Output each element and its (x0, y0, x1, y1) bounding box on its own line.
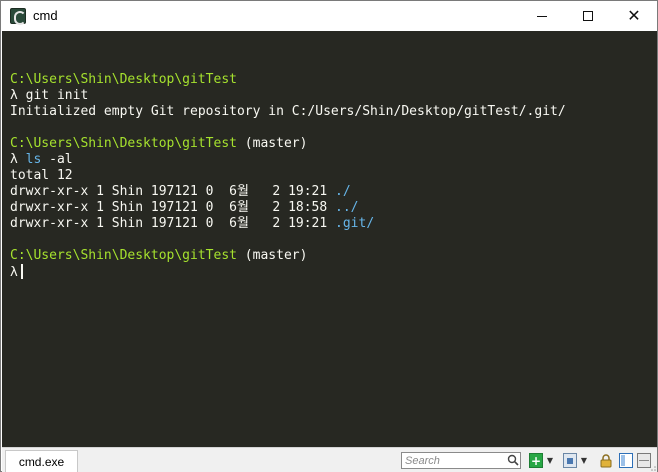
console-line: C:\Users\Shin\Desktop\gitTest (master) (10, 136, 657, 152)
console-text: Initialized empty Git repository in C:/U… (10, 104, 566, 119)
console-line: drwxr-xr-x 1 Shin 197121 0 6월 2 18:58 ..… (10, 200, 657, 216)
console-line: C:\Users\Shin\Desktop\gitTest (10, 72, 657, 88)
console-line: λ ls -al (10, 152, 657, 168)
window-title: cmd (33, 8, 58, 23)
resize-grip-icon[interactable] (648, 463, 656, 471)
console-line: Initialized empty Git repository in C:/U… (10, 104, 657, 120)
console-text: C:\Users\Shin\Desktop\gitTest (10, 248, 237, 263)
console-text: drwxr-xr-x 1 Shin 197121 0 6월 2 19:21 (10, 216, 336, 231)
new-console-button[interactable]: + (529, 453, 543, 468)
new-console-dropdown[interactable]: ▼ (545, 453, 555, 468)
console-text: total 12 (10, 168, 73, 183)
console-text: C:\Users\Shin\Desktop\gitTest (10, 136, 237, 151)
console-line: drwxr-xr-x 1 Shin 197121 0 6월 2 19:21 ./ (10, 184, 657, 200)
console-scrollbar[interactable] (655, 31, 657, 447)
plus-icon: + (530, 453, 542, 468)
console-line: λ (10, 264, 657, 280)
console-line: λ git init (10, 88, 657, 104)
search-input[interactable] (401, 452, 521, 469)
console-text: λ (10, 152, 26, 167)
cmder-app-icon[interactable] (10, 8, 26, 25)
minimize-icon (537, 15, 547, 17)
maximize-button[interactable] (565, 1, 611, 31)
close-icon: ✕ (627, 6, 641, 25)
search-icon[interactable] (507, 454, 519, 466)
console-line: drwxr-xr-x 1 Shin 197121 0 6월 2 19:21 .g… (10, 216, 657, 232)
console-text: (master) (236, 136, 308, 151)
cmder-window: cmd ✕ C:\Users\Shin\Desktop\gitTest λ git… (0, 0, 658, 472)
status-bar: cmd.exe + ▼ ▼ (2, 447, 657, 472)
console-text: drwxr-xr-x 1 Shin 197121 0 6월 2 19:21 (10, 184, 336, 199)
lock-icon[interactable] (599, 453, 613, 468)
console-text: ls (25, 152, 42, 167)
console-text: λ (10, 265, 18, 280)
console-line: C:\Users\Shin\Desktop\gitTest (master) (10, 248, 657, 264)
title-bar[interactable]: cmd ✕ (1, 1, 657, 31)
tab-cmd-exe[interactable]: cmd.exe (5, 450, 78, 472)
console-text: ../ (335, 200, 359, 215)
console-text: C:\Users\Shin\Desktop\gitTest (10, 72, 237, 87)
close-button[interactable]: ✕ (611, 1, 657, 31)
console-text: .git/ (335, 216, 375, 231)
minimize-button[interactable] (519, 1, 565, 31)
console-text: -al (41, 152, 73, 167)
text-cursor (20, 264, 23, 279)
console-text: ./ (335, 184, 351, 199)
console-line: total 12 (10, 168, 657, 184)
maximize-icon (583, 11, 593, 21)
console-output[interactable]: C:\Users\Shin\Desktop\gitTest λ git init I… (2, 31, 657, 447)
split-panel-icon[interactable] (619, 453, 633, 468)
layout-dropdown[interactable]: ▼ (579, 453, 589, 468)
console-text: drwxr-xr-x 1 Shin 197121 0 6월 2 18:58 (10, 200, 336, 215)
console-text: (master) (236, 248, 308, 263)
window-layout-button[interactable] (563, 453, 577, 468)
console-text: λ git init (10, 88, 89, 103)
